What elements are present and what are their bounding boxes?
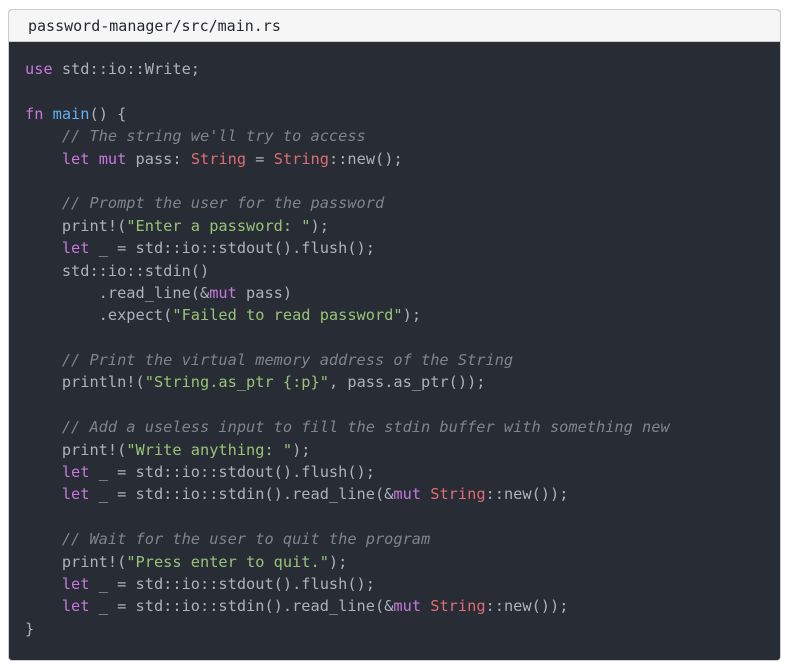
code-line: // Print the virtual memory address of t… xyxy=(25,349,780,371)
code-line: // Prompt the user for the password xyxy=(25,192,780,214)
code-line: let _ = std::io::stdout().flush(); xyxy=(25,237,780,259)
code-line: let mut pass: String = String::new(); xyxy=(25,148,780,170)
code-token: std::io::Write; xyxy=(52,60,200,78)
code-token: print!( xyxy=(25,552,127,571)
code-token: let xyxy=(61,485,90,504)
code-line: let _ = std::io::stdin().read_line(&mut … xyxy=(25,483,780,505)
code-token: use xyxy=(25,60,53,78)
code-line: // The string we'll try to access xyxy=(25,125,780,147)
code-token: mut xyxy=(98,149,127,168)
code-content[interactable]: use std::io::Write;fn main() { // The st… xyxy=(9,42,780,640)
code-line: fn main() { xyxy=(25,103,780,125)
code-token: mut xyxy=(393,485,422,504)
code-token: _ = std::io::stdin().read_line(& xyxy=(89,597,394,616)
code-token: ::new()); xyxy=(485,597,569,616)
code-token: ); xyxy=(310,216,329,235)
code-line: .expect("Failed to read password"); xyxy=(25,304,780,326)
code-token: print!( xyxy=(25,216,127,235)
code-line: // Add a useless input to fill the stdin… xyxy=(25,416,780,438)
file-path-header: password-manager/src/main.rs xyxy=(9,10,780,42)
code-token: pass: xyxy=(126,149,191,168)
code-line: // Wait for the user to quit the program xyxy=(25,528,780,550)
code-token: ); xyxy=(292,440,311,459)
code-token: mut xyxy=(393,597,422,616)
code-token: "Write anything: " xyxy=(126,440,293,459)
code-token: // The string we'll try to access xyxy=(61,127,366,146)
code-token: std::io::stdin() xyxy=(25,261,210,280)
code-token: ::new(); xyxy=(328,149,403,168)
code-token: , pass.as_ptr()); xyxy=(328,373,486,392)
code-token: fn xyxy=(25,104,44,123)
code-token: () { xyxy=(89,104,127,123)
code-token: String xyxy=(430,597,486,616)
code-line: println!("String.as_ptr {:p}", pass.as_p… xyxy=(25,371,780,393)
file-path[interactable]: password-manager/src/main.rs xyxy=(28,17,281,35)
code-token: // Prompt the user for the password xyxy=(61,194,385,213)
code-token: main xyxy=(52,104,90,123)
code-token: println!( xyxy=(25,373,145,392)
code-token: .read_line(& xyxy=(25,283,210,302)
code-token: let xyxy=(61,149,90,168)
code-line: } xyxy=(25,618,780,640)
code-token: // Wait for the user to quit the program xyxy=(61,530,431,549)
code-token: ::new()); xyxy=(485,485,569,504)
code-token: } xyxy=(25,619,35,638)
code-token: // Add a useless input to fill the stdin… xyxy=(61,418,670,437)
code-token: pass) xyxy=(236,283,293,302)
code-token: String xyxy=(190,149,247,168)
code-line: print!("Write anything: "); xyxy=(25,439,780,461)
code-token: let xyxy=(61,574,90,593)
code-token: mut xyxy=(209,283,237,302)
code-line: let _ = std::io::stdout().flush(); xyxy=(25,461,780,483)
code-block: password-manager/src/main.rs use std::io… xyxy=(8,9,781,661)
code-line: use std::io::Write; xyxy=(25,58,780,80)
code-token: _ = std::io::stdin().read_line(& xyxy=(89,485,394,504)
code-line: print!("Press enter to quit."); xyxy=(25,551,780,573)
code-token: // Print the virtual memory address of t… xyxy=(61,351,514,370)
code-line: .read_line(&mut pass) xyxy=(25,282,780,304)
code-line: let _ = std::io::stdout().flush(); xyxy=(25,573,780,595)
code-line: let _ = std::io::stdin().read_line(&mut … xyxy=(25,595,780,617)
code-token: String xyxy=(430,485,486,504)
code-line: print!("Enter a password: "); xyxy=(25,215,780,237)
code-line: std::io::stdin() xyxy=(25,260,780,282)
code-token: = xyxy=(246,149,274,168)
code-token: .expect( xyxy=(25,306,173,325)
code-token: print!( xyxy=(25,440,127,459)
code-token: "Press enter to quit." xyxy=(126,552,329,571)
code-token: _ = std::io::stdout().flush(); xyxy=(89,463,375,482)
code-token: let xyxy=(61,597,90,616)
code-token: let xyxy=(61,463,90,482)
code-token: ); xyxy=(328,552,348,571)
code-token: _ = std::io::stdout().flush(); xyxy=(89,239,375,258)
code-token: let xyxy=(61,239,90,258)
code-token: String xyxy=(273,149,329,168)
code-token: "Failed to read password" xyxy=(172,306,403,325)
code-token: _ = std::io::stdout().flush(); xyxy=(89,574,375,593)
code-token: "Enter a password: " xyxy=(126,216,311,235)
code-token: "String.as_ptr {:p}" xyxy=(144,373,329,392)
code-token: ); xyxy=(402,306,422,325)
